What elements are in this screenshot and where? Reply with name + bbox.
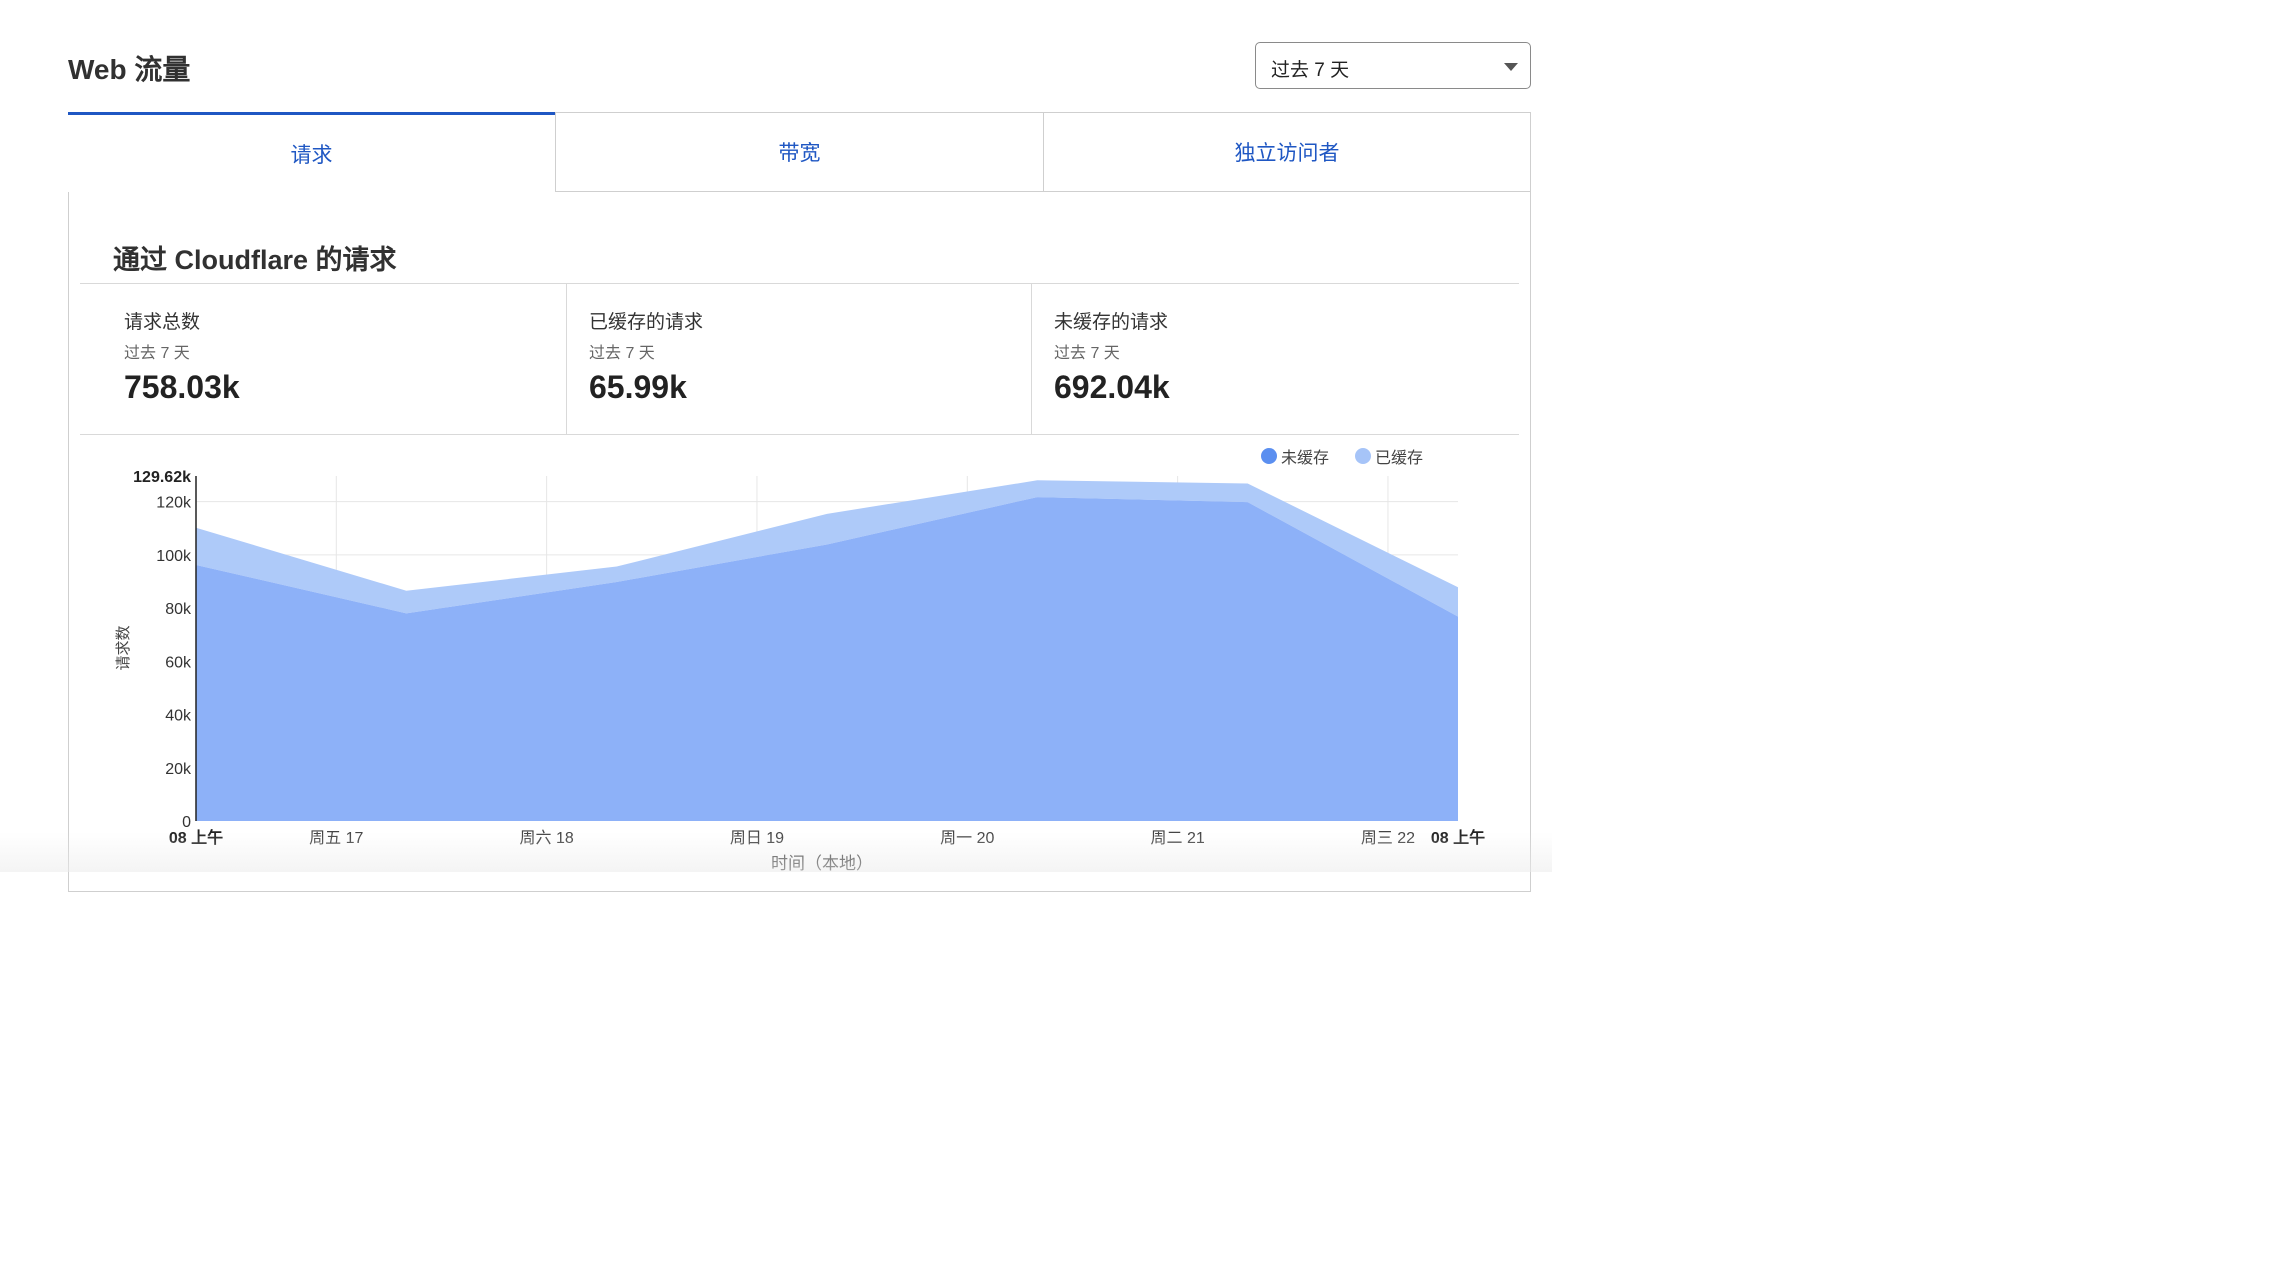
x-tick-label: 周五 17 (309, 830, 363, 847)
y-tick-label: 60k (165, 654, 192, 671)
y-tick-label: 120k (156, 495, 192, 512)
y-max-label: 129.62k (133, 469, 191, 486)
web-traffic-page: Web 流量 过去 7 天 请求 带宽 独立访问者 通过 Cloudflare … (0, 0, 1552, 892)
x-tick-label: 08 上午 (1431, 828, 1485, 847)
requests-area-chart: 0 20k 40k 60k 80k 100k 120k 129.62k 08 上午 周五 17 周六… (115, 469, 1485, 872)
x-axis-title: 时间（本地） (771, 854, 873, 872)
y-tick-label: 20k (165, 761, 192, 778)
series-area-uncached (196, 497, 1458, 821)
y-tick-label: 100k (156, 548, 192, 565)
y-tick-label: 0 (182, 814, 191, 831)
x-tick-label: 周六 18 (520, 829, 574, 847)
x-tick-label: 08 上午 (169, 828, 223, 847)
y-tick-label: 80k (165, 601, 192, 618)
y-tick-label: 40k (165, 708, 192, 725)
y-axis-title: 请求数 (115, 625, 132, 670)
x-tick-label: 周日 19 (730, 830, 784, 847)
x-tick-label: 周一 20 (940, 830, 994, 847)
x-tick-label: 周二 21 (1151, 830, 1205, 847)
x-tick-label: 周三 22 (1361, 830, 1415, 847)
